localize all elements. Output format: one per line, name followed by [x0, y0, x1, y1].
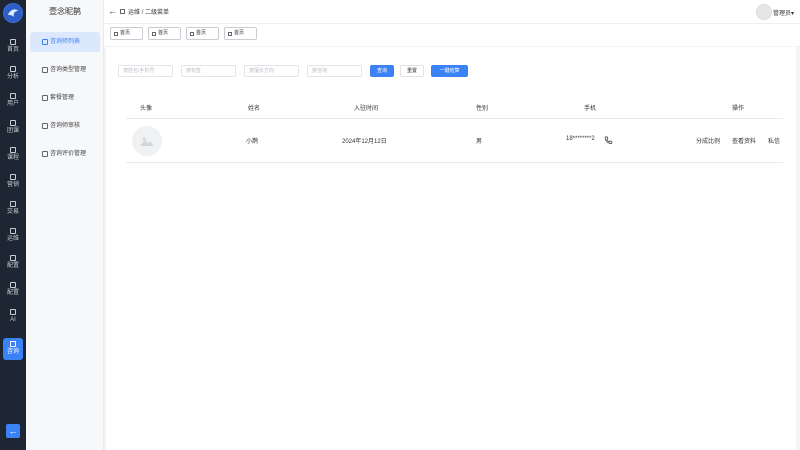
home-icon — [10, 39, 16, 45]
reset-button[interactable]: 重置 — [400, 65, 424, 77]
sidebar-item-consultant-list[interactable]: 咨询师列表 — [30, 32, 100, 52]
consult-icon — [10, 341, 16, 347]
cell-join-time: 2024年12月12日 — [342, 139, 387, 145]
tab-icon — [228, 32, 232, 36]
header-divider — [126, 118, 783, 119]
rail-item-consult[interactable]: 咨询 — [3, 338, 23, 360]
user-menu[interactable]: 管理员▾ — [773, 8, 794, 17]
col-header-name: 姓名 — [248, 106, 261, 112]
trade-icon — [10, 201, 16, 207]
marketing-icon — [10, 174, 16, 180]
col-header-phone: 手机 — [584, 106, 597, 112]
user-name: 管理员 — [772, 11, 791, 17]
view-profile-link[interactable]: 查看资料 — [732, 136, 756, 145]
rail-item-config-2[interactable]: 配置 — [0, 279, 26, 301]
query-button[interactable]: 查询 — [370, 65, 394, 77]
list-icon — [42, 151, 48, 157]
rail-item-users[interactable]: 用户 — [0, 90, 26, 112]
avatar — [132, 126, 162, 156]
ops-icon — [10, 228, 16, 234]
cell-phone: 18********2 — [566, 136, 595, 142]
config-icon — [10, 282, 16, 288]
sidebar-item-consult-types[interactable]: 咨询类型管理 — [30, 60, 100, 80]
rail-item-marketing[interactable]: 营销 — [0, 171, 26, 193]
group-icon — [10, 120, 16, 126]
cell-gender: 男 — [476, 139, 483, 145]
rail-item-config-1[interactable]: 配置 — [0, 252, 26, 274]
private-message-link[interactable]: 私信 — [768, 136, 780, 145]
phone-icon[interactable] — [604, 136, 613, 144]
top-header: ← 运维 / 二级菜单 管理员▾ — [104, 0, 800, 24]
tag-bar: 首页 首页 首页 首页 — [104, 24, 800, 46]
rail-item-home[interactable]: 首页 — [0, 36, 26, 58]
chevron-down-icon: ▾ — [790, 11, 794, 17]
back-arrow-icon[interactable]: ← — [108, 6, 117, 16]
tab-home-2[interactable]: 首页 — [148, 27, 181, 40]
icon-rail: 首页 分析 用户 团课 课程 营销 交易 运维 配置 配置 AI 咨询 ← — [0, 0, 26, 450]
col-header-join-time: 入驻时间 — [354, 106, 379, 112]
breadcrumb: 运维 / 二级菜单 — [128, 10, 170, 16]
rail-item-ai[interactable]: AI — [0, 306, 26, 328]
name-phone-filter[interactable]: 按姓名/手机号 — [118, 65, 173, 77]
tag-filter[interactable]: 按标签 — [181, 65, 236, 77]
list-icon — [42, 67, 48, 73]
tab-icon — [190, 32, 194, 36]
sidebar-title: 壹念昵鹊 — [49, 7, 81, 16]
sub-sidebar: 壹念昵鹊 咨询师列表 咨询类型管理 套餐管理 咨询师审核 咨询评价管理 — [26, 0, 104, 450]
settle-button[interactable]: 一键结算 — [431, 65, 468, 77]
sidebar-item-ratings[interactable]: 咨询评价管理 — [30, 144, 100, 164]
tab-icon — [114, 32, 118, 36]
ai-icon — [10, 309, 16, 315]
col-header-gender: 性别 — [476, 106, 489, 112]
breadcrumb-icon — [120, 9, 125, 14]
rail-item-course[interactable]: 课程 — [0, 144, 26, 166]
user-icon — [10, 93, 16, 99]
rail-item-group-class[interactable]: 团课 — [0, 117, 26, 139]
consult-filter[interactable]: 按咨询 — [307, 65, 362, 77]
list-icon — [42, 39, 48, 45]
main-content: 按姓名/手机号 按标签 按擅长方向 按咨询 查询 重置 一键结算 头像 姓名 入… — [106, 47, 796, 450]
tab-home-1[interactable]: 首页 — [110, 27, 143, 40]
row-divider — [126, 162, 783, 163]
image-placeholder-icon — [140, 137, 154, 146]
list-icon — [42, 123, 48, 129]
tab-home-3[interactable]: 首页 — [186, 27, 219, 40]
sidebar-item-review[interactable]: 咨询师审核 — [30, 116, 100, 136]
config-icon — [10, 255, 16, 261]
cell-name: 小鹊 — [246, 139, 259, 145]
app-logo — [3, 3, 23, 23]
collapse-button[interactable]: ← — [6, 424, 20, 438]
user-avatar[interactable] — [756, 4, 772, 20]
rail-item-trade[interactable]: 交易 — [0, 198, 26, 220]
split-ratio-link[interactable]: 分成比例 — [696, 136, 720, 145]
sidebar-item-packages[interactable]: 套餐管理 — [30, 88, 100, 108]
rail-item-analysis[interactable]: 分析 — [0, 63, 26, 85]
tab-icon — [152, 32, 156, 36]
col-header-avatar: 头像 — [140, 106, 153, 112]
col-header-actions: 操作 — [732, 106, 745, 112]
direction-filter[interactable]: 按擅长方向 — [244, 65, 299, 77]
tab-home-4[interactable]: 首页 — [224, 27, 257, 40]
list-icon — [42, 95, 48, 101]
rail-item-ops[interactable]: 运维 — [0, 225, 26, 247]
analysis-icon — [10, 66, 16, 72]
course-icon — [10, 147, 16, 153]
